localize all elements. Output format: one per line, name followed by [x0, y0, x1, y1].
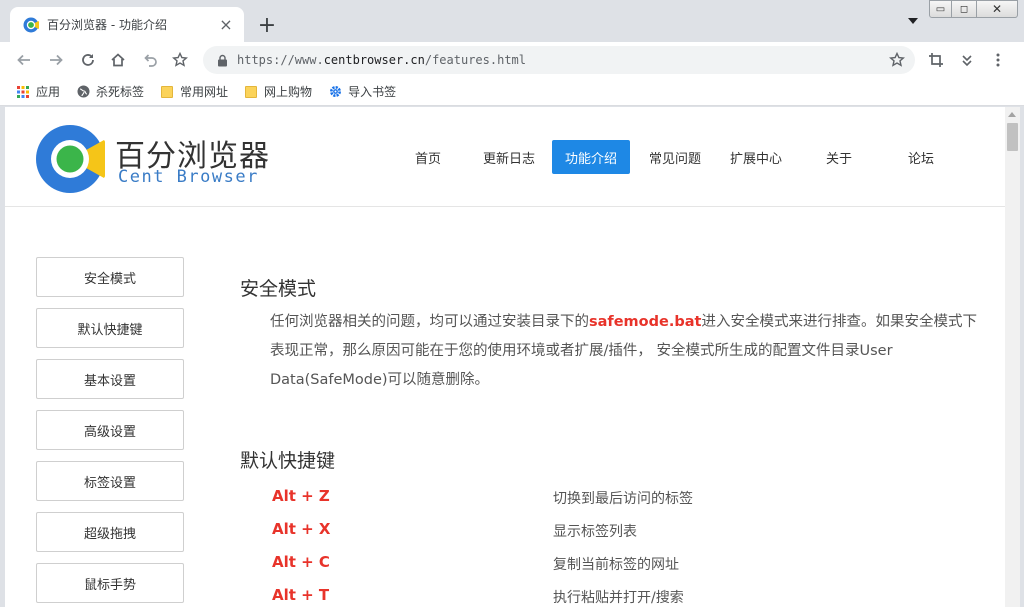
downloads-chevron-icon[interactable] — [955, 48, 979, 72]
shortcut-description: 复制当前标签的网址 — [553, 557, 679, 573]
page-viewport: 百分浏览器 Cent Browser 首页 更新日志 功能介绍 常见问题 扩展中… — [5, 107, 1005, 607]
url-path: /features.html — [424, 53, 527, 67]
bookmark-label: 网上购物 — [264, 85, 313, 99]
globe-icon — [76, 85, 90, 99]
sidebar-item-shortcuts[interactable]: 默认快捷键 — [36, 308, 184, 348]
shortcut-description: 切换到最后访问的标签 — [553, 491, 693, 507]
section-title-shortcuts: 默认快捷键 — [240, 450, 336, 472]
nav-about[interactable]: 关于 — [815, 140, 863, 174]
bookmark-this-page-star-icon[interactable] — [885, 48, 909, 72]
shortcut-description: 显示标签列表 — [553, 524, 637, 540]
new-tab-button[interactable]: + — [254, 12, 280, 38]
scrollbar-thumb[interactable] — [1007, 123, 1018, 151]
crop-screenshot-icon[interactable] — [924, 48, 948, 72]
browser-tab[interactable]: 百分浏览器 - 功能介绍 × — [10, 7, 244, 42]
bookmark-label: 导入书签 — [348, 85, 397, 99]
close-tab-icon[interactable]: × — [216, 15, 236, 35]
close-window-button[interactable]: ✕ — [976, 0, 1018, 18]
shortcut-key: Alt + Z — [272, 487, 330, 505]
nav-faq[interactable]: 常见问题 — [643, 140, 707, 174]
url-text: https://www.centbrowser.cn/features.html — [237, 53, 885, 67]
bookmark-import[interactable]: 导入书签 — [328, 83, 396, 100]
scroll-up-arrow-icon[interactable] — [1008, 112, 1016, 117]
shortcut-description: 执行粘贴并打开/搜索 — [553, 590, 684, 606]
sidebar-item-safe-mode[interactable]: 安全模式 — [36, 257, 184, 297]
address-bar[interactable]: https://www.centbrowser.cn/features.html — [203, 46, 915, 74]
sidebar-item-mouse-gestures[interactable]: 鼠标手势 — [36, 563, 184, 603]
bookmark-label: 杀死标签 — [96, 85, 145, 99]
maximize-button[interactable]: ◻ — [951, 0, 977, 18]
shortcut-key: Alt + T — [272, 586, 330, 604]
safe-mode-text-before: 任何浏览器相关的问题，均可以通过安装目录下的 — [270, 314, 589, 330]
browser-toolbar: https://www.centbrowser.cn/features.html — [0, 42, 1024, 78]
folder-icon — [244, 85, 258, 99]
safemode-bat-highlight: safemode.bat — [589, 314, 702, 330]
brand-name-en: Cent Browser — [118, 167, 259, 187]
home-icon[interactable] — [106, 48, 130, 72]
nav-home[interactable]: 首页 — [399, 140, 457, 174]
folder-icon — [160, 85, 174, 99]
bookmark-star-icon[interactable] — [168, 48, 192, 72]
sidebar-item-tab-settings[interactable]: 标签设置 — [36, 461, 184, 501]
bookmark-kill-tab[interactable]: 杀死标签 — [76, 83, 144, 100]
nav-features[interactable]: 功能介绍 — [552, 140, 630, 174]
cent-browser-logo-icon[interactable] — [35, 124, 105, 194]
sidebar-item-super-drag[interactable]: 超级拖拽 — [36, 512, 184, 552]
shortcut-key: Alt + X — [272, 520, 331, 538]
tab-title: 百分浏览器 - 功能介绍 — [47, 18, 167, 32]
nav-forum[interactable]: 论坛 — [897, 140, 945, 174]
menu-kebab-icon[interactable] — [986, 48, 1010, 72]
cent-browser-favicon-icon — [23, 17, 39, 32]
tab-strip: 百分浏览器 - 功能介绍 × + ▭ ◻ ✕ — [0, 0, 1024, 42]
sidebar-item-advanced-settings[interactable]: 高级设置 — [36, 410, 184, 450]
undo-close-tab-icon[interactable] — [138, 48, 162, 72]
url-host: centbrowser.cn — [323, 53, 425, 67]
bookmark-apps[interactable]: 应用 — [16, 83, 60, 100]
sidebar-item-basic-settings[interactable]: 基本设置 — [36, 359, 184, 399]
safe-mode-description: 任何浏览器相关的问题，均可以通过安装目录下的safemode.bat进入安全模式… — [270, 308, 980, 395]
forward-arrow-icon[interactable] — [44, 48, 68, 72]
nav-changelog[interactable]: 更新日志 — [477, 140, 541, 174]
bookmark-label: 应用 — [36, 85, 61, 99]
lock-icon — [215, 53, 229, 67]
apps-grid-icon — [16, 85, 30, 99]
section-title-safe-mode: 安全模式 — [240, 278, 317, 300]
minimize-button[interactable]: ▭ — [929, 0, 952, 18]
nav-extensions[interactable]: 扩展中心 — [723, 140, 789, 174]
bookmarks-bar: 应用 杀死标签 常用网址 网上购物 导入书签 — [0, 78, 1024, 106]
tab-list-dropdown-icon[interactable] — [908, 18, 918, 24]
reload-icon[interactable] — [76, 48, 100, 72]
url-scheme: https://www. — [237, 53, 324, 67]
shortcut-key: Alt + C — [272, 553, 330, 571]
gear-icon — [328, 85, 342, 99]
back-arrow-icon[interactable] — [12, 48, 36, 72]
site-header: 百分浏览器 Cent Browser 首页 更新日志 功能介绍 常见问题 扩展中… — [5, 107, 1005, 207]
page-scrollbar[interactable] — [1005, 107, 1020, 607]
bookmark-folder-common[interactable]: 常用网址 — [160, 83, 228, 100]
bookmark-folder-shopping[interactable]: 网上购物 — [244, 83, 312, 100]
bookmark-label: 常用网址 — [180, 85, 229, 99]
